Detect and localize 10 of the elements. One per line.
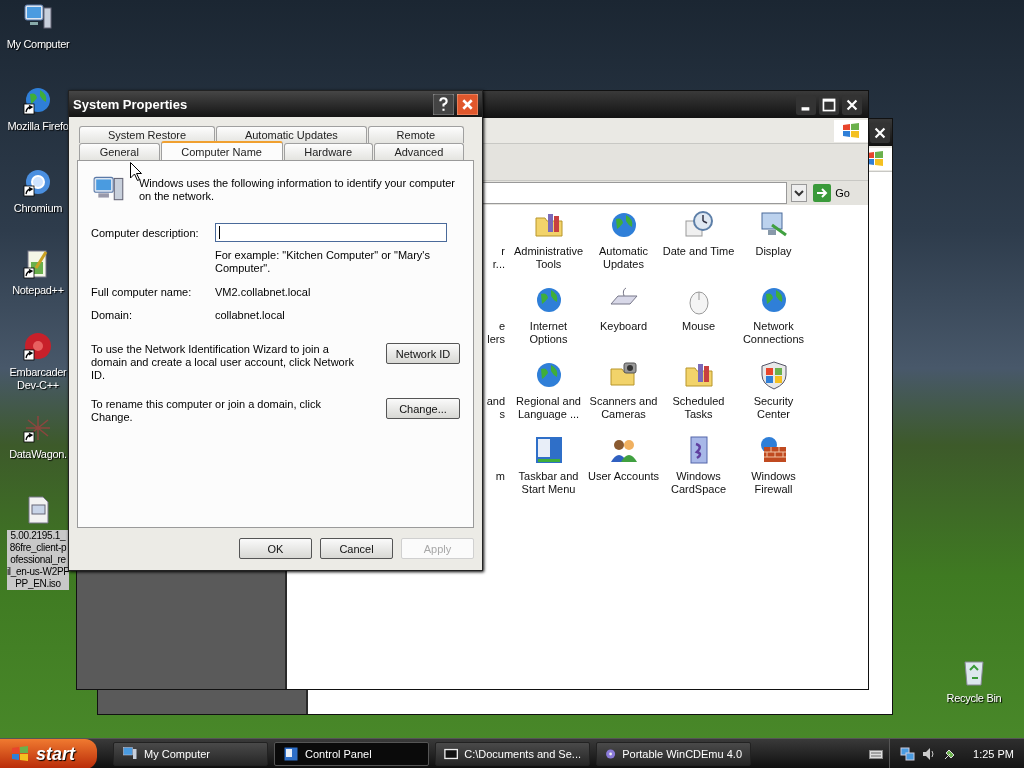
- hint-text: For example: "Kitchen Computer" or "Mary's Computer".: [215, 249, 431, 275]
- instruction-text: To rename this computer or join a domain, click Change.: [91, 398, 322, 424]
- field-label: Full computer name:: [91, 286, 193, 298]
- field-label: Domain:: [91, 309, 133, 321]
- window-title: System Properties: [73, 96, 188, 112]
- field-label: Computer description:: [91, 226, 200, 239]
- field-value: collabnet.local: [215, 309, 286, 321]
- instruction-text: To use the Network Identification Wizard to join a domain and create a local user account, click Network ID.: [91, 343, 355, 382]
- field-value: VM2.collabnet.local: [215, 286, 312, 298]
- intro-text: Windows uses the following information to identify your computer on the network.: [138, 176, 456, 204]
